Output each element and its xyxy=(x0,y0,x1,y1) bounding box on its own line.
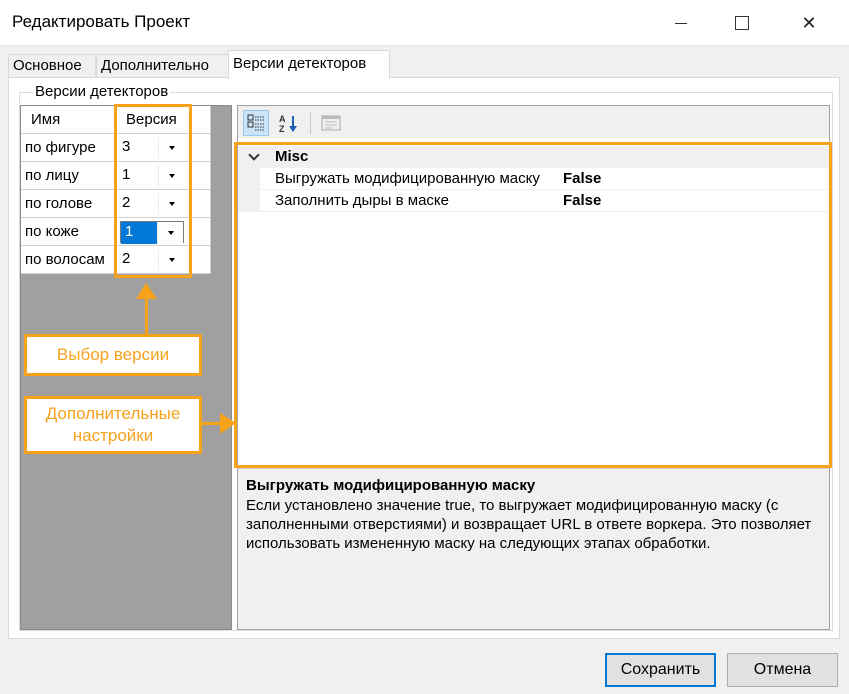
maximize-button[interactable] xyxy=(712,0,772,46)
property-value[interactable]: False xyxy=(563,192,601,209)
tab-detector-versions[interactable]: Версии детекторов xyxy=(228,50,390,79)
version-value: 2 xyxy=(122,194,131,211)
version-value: 2 xyxy=(122,250,131,267)
dropdown-arrow[interactable] xyxy=(158,193,184,215)
table-row[interactable]: по коже 1 xyxy=(21,218,211,246)
category-misc[interactable]: Misc xyxy=(238,146,829,168)
detector-name: по волосам xyxy=(21,246,117,274)
sort-alphabetical-icon: A Z xyxy=(279,114,297,133)
detector-name: по лицу xyxy=(21,162,117,190)
description-title: Выгружать модифицированную маску xyxy=(246,477,536,494)
minimize-icon xyxy=(675,22,687,24)
categorized-icon xyxy=(247,114,264,131)
chevron-down-icon xyxy=(168,174,175,178)
dropdown-arrow[interactable] xyxy=(158,137,184,159)
close-icon: ✕ xyxy=(801,12,817,33)
chevron-down-icon xyxy=(168,146,175,150)
category-label: Misc xyxy=(275,148,309,165)
table-row[interactable]: по голове 2 xyxy=(21,190,211,218)
property-row-fill-holes[interactable]: Заполнить дыры в маске False xyxy=(238,190,829,212)
arrow-right-icon xyxy=(220,413,236,434)
table-row[interactable]: по лицу 1 xyxy=(21,162,211,190)
dropdown-arrow[interactable] xyxy=(158,249,184,271)
version-dropdown[interactable]: 2 xyxy=(120,193,184,215)
property-grid[interactable]: A Z Misc Выгружать модифицированную маск… xyxy=(237,105,830,630)
maximize-icon xyxy=(735,16,749,30)
detector-name: по коже xyxy=(21,218,117,246)
svg-text:Z: Z xyxy=(279,124,285,133)
version-cell[interactable]: 1 xyxy=(117,218,211,246)
cancel-button[interactable]: Отмена xyxy=(727,653,838,687)
version-cell[interactable]: 3 xyxy=(117,134,211,162)
property-pages-button[interactable] xyxy=(318,110,344,136)
version-dropdown[interactable]: 3 xyxy=(120,137,184,159)
property-row-export-mask[interactable]: Выгружать модифицированную маску False xyxy=(238,168,829,190)
window-title: Редактировать Проект xyxy=(12,12,191,31)
group-legend: Версии детекторов xyxy=(33,83,171,100)
version-dropdown[interactable]: 1 xyxy=(120,221,184,244)
svg-text:A: A xyxy=(279,114,286,124)
version-value: 1 xyxy=(122,166,131,183)
dropdown-arrow[interactable] xyxy=(158,165,184,187)
grid-header-row: Имя Версия xyxy=(21,106,211,134)
version-value: 3 xyxy=(122,138,131,155)
row-gutter xyxy=(238,168,260,190)
alphabetical-button[interactable]: A Z xyxy=(276,110,302,136)
description-text: Если установлено значение true, то выгру… xyxy=(246,497,812,552)
version-dropdown[interactable]: 1 xyxy=(120,165,184,187)
property-name: Выгружать модифицированную маску xyxy=(275,170,540,187)
version-cell[interactable]: 2 xyxy=(117,190,211,218)
chevron-down-icon[interactable] xyxy=(248,149,260,161)
property-pages-icon xyxy=(321,115,341,131)
save-button[interactable]: Сохранить xyxy=(605,653,716,687)
arrow-line xyxy=(145,297,148,335)
dropdown-arrow[interactable] xyxy=(157,222,183,244)
property-grid-toolbar: A Z xyxy=(238,106,829,138)
property-name: Заполнить дыры в маске xyxy=(275,192,449,209)
version-dropdown[interactable]: 2 xyxy=(120,249,184,271)
chevron-down-icon xyxy=(167,231,174,235)
callout-additional-settings: Дополнительные настройки xyxy=(24,396,202,454)
minimize-button[interactable] xyxy=(651,0,711,46)
title-bar: Редактировать Проект ✕ xyxy=(0,0,849,46)
property-value[interactable]: False xyxy=(563,170,601,187)
chevron-down-icon xyxy=(168,258,175,262)
detector-name: по голове xyxy=(21,190,117,218)
property-description: Выгружать модифицированную маску Если ус… xyxy=(238,468,829,629)
detector-name: по фигуре xyxy=(21,134,117,162)
version-cell[interactable]: 1 xyxy=(117,162,211,190)
version-cell[interactable]: 2 xyxy=(117,246,211,274)
chevron-down-icon xyxy=(168,202,175,206)
column-header-version[interactable]: Версия xyxy=(117,106,211,134)
toolbar-separator xyxy=(310,112,311,134)
column-header-name[interactable]: Имя xyxy=(21,106,117,134)
callout-version-select: Выбор версии xyxy=(24,334,202,376)
table-row[interactable]: по волосам 2 xyxy=(21,246,211,274)
tab-additional[interactable]: Дополнительно xyxy=(96,54,234,78)
categorized-button[interactable] xyxy=(243,110,269,136)
close-button[interactable]: ✕ xyxy=(779,0,839,46)
arrow-line xyxy=(200,422,222,425)
tab-main[interactable]: Основное xyxy=(8,54,96,78)
row-gutter xyxy=(238,190,260,212)
table-row[interactable]: по фигуре 3 xyxy=(21,134,211,162)
version-value: 1 xyxy=(121,222,159,244)
